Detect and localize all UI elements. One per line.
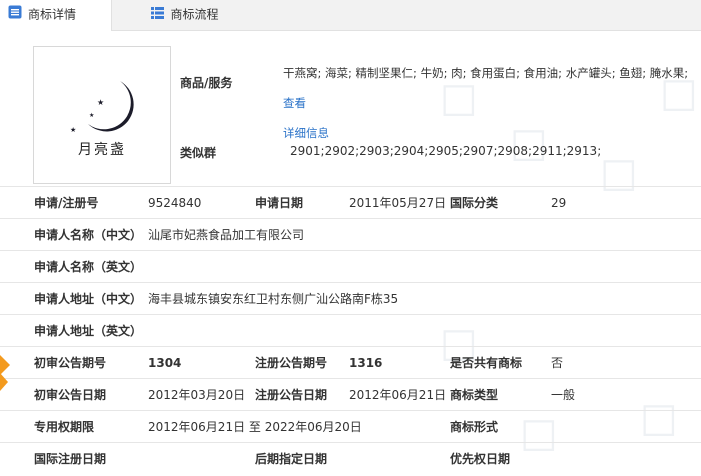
tab-label: 商标详情 [28, 7, 77, 22]
detail-row: 申请人地址（中文） 海丰县城东镇安东红卫村东侧广汕公路南F栋35 [0, 282, 701, 314]
tab-bar: 商标详情 商标流程 [0, 0, 701, 31]
trademark-logo: ★ ★ ★ 月亮盏 [33, 46, 171, 184]
field-label: 专用权期限 [34, 420, 95, 434]
svg-text:★: ★ [97, 98, 104, 107]
link-text: 查看 [283, 96, 306, 110]
field-value: 海丰县城东镇安东红卫村东侧广汕公路南F栋35 [148, 292, 399, 306]
field-label: 商标形式 [450, 420, 499, 434]
field-value: 2012年06月21日 至 2022年06月20日 [148, 420, 362, 434]
field-label: 国际注册日期 [34, 452, 107, 466]
document-list-icon [8, 1, 22, 29]
field-label: 申请人名称（中文） [34, 228, 143, 242]
logo-text: 月亮盏 [78, 142, 126, 158]
field-label: 注册公告期号 [255, 356, 328, 370]
similar-group-label: 类似群 [180, 146, 217, 160]
field-label: 商标类型 [450, 388, 499, 402]
svg-text:★: ★ [89, 112, 94, 119]
field-value: 汕尾市妃燕食品加工有限公司 [148, 228, 305, 242]
detail-row: 申请人地址（英文） [0, 314, 701, 346]
field-value: 2012年06月21日 [349, 388, 447, 402]
field-value: 1316 [349, 356, 383, 370]
goods-services-text: 干燕窝; 海菜; 精制坚果仁; 牛奶; 肉; 食用蛋白; 食用油; 水产罐头; … [283, 58, 695, 148]
flow-list-icon [151, 1, 165, 29]
detail-row: 国际注册日期 后期指定日期 优先权日期 [0, 442, 701, 474]
tab-label: 商标流程 [170, 7, 219, 22]
detail-row: 专用权期限 2012年06月21日 至 2022年06月20日 商标形式 [0, 410, 701, 442]
detail-row: 初审公告期号 1304 注册公告期号 1316 是否共有商标 否 [0, 346, 701, 378]
moon-stars-icon: ★ ★ ★ [70, 81, 134, 134]
tab-trademark-details[interactable]: 商标详情 [0, 0, 112, 31]
svg-text:★: ★ [70, 126, 76, 134]
detail-row: 申请人名称（中文） 汕尾市妃燕食品加工有限公司 [0, 218, 701, 250]
link-text: 详细信息 [283, 126, 329, 140]
detail-row: 初审公告日期 2012年03月20日 注册公告日期 2012年06月21日 商标… [0, 378, 701, 410]
field-label: 申请人名称（英文） [34, 260, 143, 274]
field-label: 申请日期 [255, 196, 304, 210]
field-value: 1304 [148, 356, 182, 370]
field-label: 申请人地址（中文） [34, 292, 143, 306]
field-label: 申请人地址（英文） [34, 324, 143, 338]
field-label: 后期指定日期 [255, 452, 328, 466]
field-value: 29 [551, 196, 567, 210]
goods-list: 干燕窝; 海菜; 精制坚果仁; 牛奶; 肉; 食用蛋白; 食用油; 水产罐头; … [283, 66, 689, 80]
field-label: 初审公告日期 [34, 388, 107, 402]
goods-services-label: 商品/服务 [180, 76, 233, 90]
field-label: 国际分类 [450, 196, 499, 210]
field-label: 初审公告期号 [34, 356, 107, 370]
view-details-link[interactable]: 查看 详细信息 [283, 96, 329, 140]
tab-trademark-process[interactable]: 商标流程 [112, 0, 258, 30]
field-label: 注册公告日期 [255, 388, 328, 402]
detail-row: 申请人名称（英文） [0, 250, 701, 282]
field-label: 优先权日期 [450, 452, 511, 466]
side-arrow-icon[interactable] [0, 355, 10, 394]
field-label: 是否共有商标 [450, 356, 523, 370]
field-value: 一般 [551, 388, 576, 402]
field-value: 9524840 [148, 196, 202, 210]
detail-row: 申请/注册号 9524840 申请日期 2011年05月27日 国际分类 29 [0, 186, 701, 218]
field-value: 否 [551, 356, 564, 370]
field-value: 2012年03月20日 [148, 388, 246, 402]
similar-group-value: 2901;2902;2903;2904;2905;2907;2908;2911;… [290, 144, 602, 158]
field-value: 2011年05月27日 [349, 196, 447, 210]
field-label: 申请/注册号 [34, 196, 99, 210]
